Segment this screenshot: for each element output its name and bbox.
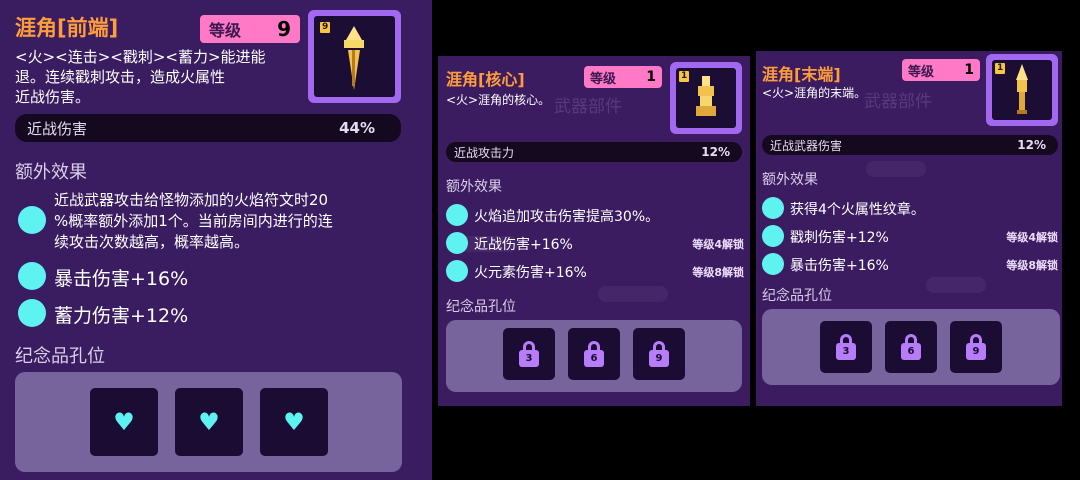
effect-bullet-icon xyxy=(446,232,468,254)
sword-core-icon xyxy=(696,76,716,116)
effect-text: 蓄力伤害+12% xyxy=(54,305,189,327)
stat-label: 近战伤害 xyxy=(27,119,88,138)
effect-text: 戳刺伤害+12% xyxy=(790,230,889,246)
padlock-icon: 9 xyxy=(966,334,986,360)
level-value: 9 xyxy=(277,17,291,41)
part-title: 涯角[末端] xyxy=(762,65,841,84)
padlock-icon: 9 xyxy=(649,341,669,367)
unlock-level-label: 等级4解锁 xyxy=(692,238,744,251)
effect-text: 获得4个火属性纹章。 xyxy=(790,202,925,218)
effect-text: 近战武器攻击给怪物添加的火焰符文时20 %概率额外添加1个。当前房间内进行的连 … xyxy=(54,191,333,251)
part-icon-frame[interactable]: 9 xyxy=(308,10,401,103)
stat-label: 近战攻击力 xyxy=(454,145,515,160)
weapon-part-card-core: 武器部件 涯角[核心] 等级 1 1 <火>涯角的核心。 近战攻击力 12% 额… xyxy=(438,56,750,406)
extra-effects-heading: 额外效果 xyxy=(446,179,502,195)
souvenir-slots-heading: 纪念品孔位 xyxy=(15,346,105,367)
unlock-level-label: 等级8解锁 xyxy=(1006,259,1058,272)
effect-bullet-icon xyxy=(18,299,46,327)
level-badge: 等级 9 xyxy=(200,15,300,43)
weapon-part-card-end: 武器部件 涯角[末端] 等级 1 1 <火>涯角的末端。 近战武器伤害 12% … xyxy=(756,51,1062,406)
effect-bullet-icon xyxy=(762,253,784,275)
souvenir-slots-heading: 纪念品孔位 xyxy=(762,288,832,304)
stat-value: 44% xyxy=(339,119,375,137)
effect-text: 火焰追加攻击伤害提高30%。 xyxy=(474,209,660,225)
souvenir-slots-panel: 3 6 9 xyxy=(762,309,1060,385)
part-description: <火>涯角的末端。 xyxy=(762,86,867,100)
level-label: 等级 xyxy=(590,71,617,87)
souvenir-slots-panel: ♥ ♥ ♥ xyxy=(15,372,402,472)
heart-icon: ♥ xyxy=(283,408,305,436)
effect-text: 火元素伤害+16% xyxy=(474,265,587,281)
stat-label: 近战武器伤害 xyxy=(770,138,843,153)
level-label: 等级 xyxy=(908,64,935,80)
souvenir-slots-panel: 3 6 9 xyxy=(446,320,742,392)
padlock-icon: 6 xyxy=(584,341,604,367)
stat-value: 12% xyxy=(701,145,730,159)
effect-bullet-icon xyxy=(18,206,46,234)
souvenir-slot[interactable]: ♥ xyxy=(260,388,328,456)
unlock-level-label: 等级4解锁 xyxy=(1006,231,1058,244)
souvenir-slot[interactable]: ♥ xyxy=(175,388,243,456)
heart-icon: ♥ xyxy=(113,408,135,436)
stat-bar: 近战伤害 44% xyxy=(15,114,401,142)
souvenir-slot-locked[interactable]: 6 xyxy=(885,321,937,373)
background-label: 武器部件 xyxy=(554,97,622,117)
effect-bullet-icon xyxy=(762,225,784,247)
souvenir-slot-locked[interactable]: 3 xyxy=(503,328,555,380)
part-icon-frame[interactable]: 1 xyxy=(986,54,1058,126)
souvenir-slot-locked[interactable]: 6 xyxy=(568,328,620,380)
padlock-icon: 3 xyxy=(836,334,856,360)
souvenir-slot-locked[interactable]: 3 xyxy=(820,321,872,373)
stat-bar: 近战武器伤害 12% xyxy=(762,135,1058,155)
extra-effects-heading: 额外效果 xyxy=(15,162,87,183)
part-description: <火><连击><戳刺><蓄力>能进能 退。连续戳刺攻击，造成火属性 近战伤害。 xyxy=(15,48,266,106)
souvenir-slots-heading: 纪念品孔位 xyxy=(446,299,516,315)
level-label: 等级 xyxy=(209,21,242,40)
weapon-part-card-front: 涯角[前端] 等级 9 9 <火><连击><戳刺><蓄力>能进能 退。连续戳刺攻… xyxy=(0,0,432,480)
padlock-icon: 6 xyxy=(901,334,921,360)
effect-bullet-icon xyxy=(446,260,468,282)
part-title: 涯角[前端] xyxy=(15,16,119,40)
souvenir-slot[interactable]: ♥ xyxy=(90,388,158,456)
unlock-level-label: 等级8解锁 xyxy=(692,266,744,279)
effect-bullet-icon xyxy=(762,197,784,219)
sword-blade-icon xyxy=(344,26,364,90)
level-value: 1 xyxy=(646,69,656,85)
level-value: 1 xyxy=(964,62,974,78)
effect-bullet-icon xyxy=(446,204,468,226)
effect-text: 近战伤害+16% xyxy=(474,237,573,253)
stat-bar: 近战攻击力 12% xyxy=(446,142,742,162)
part-icon-frame[interactable]: 1 xyxy=(670,62,742,134)
stat-value: 12% xyxy=(1017,138,1046,152)
part-description: <火>涯角的核心。 xyxy=(446,93,551,107)
level-badge: 等级 1 xyxy=(584,66,662,88)
effect-text: 暴击伤害+16% xyxy=(790,258,889,274)
part-title: 涯角[核心] xyxy=(446,70,525,89)
sword-hilt-icon xyxy=(1016,64,1028,114)
souvenir-slot-locked[interactable]: 9 xyxy=(633,328,685,380)
background-label: 武器部件 xyxy=(864,92,932,112)
souvenir-slot-locked[interactable]: 9 xyxy=(950,321,1002,373)
padlock-icon: 3 xyxy=(519,341,539,367)
heart-icon: ♥ xyxy=(198,408,220,436)
effect-text: 暴击伤害+16% xyxy=(54,268,189,290)
effect-bullet-icon xyxy=(18,262,46,290)
level-badge: 等级 1 xyxy=(902,59,980,81)
extra-effects-heading: 额外效果 xyxy=(762,172,818,188)
